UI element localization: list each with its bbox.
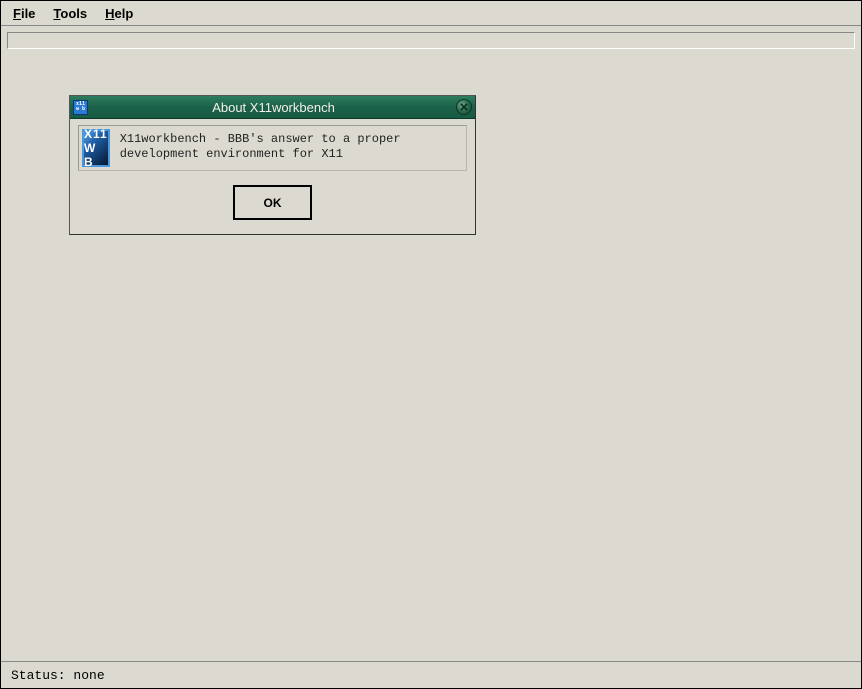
titlebar-app-icon: x11 w b — [73, 100, 88, 115]
close-button[interactable] — [456, 99, 472, 115]
dialog-message: X11workbench - BBB's answer to a proper … — [120, 129, 463, 162]
dialog-button-row: OK — [78, 185, 467, 220]
dialog-title: About X11workbench — [92, 100, 475, 115]
menu-help[interactable]: Help — [105, 6, 133, 21]
dialog-body: X11 W B X11workbench - BBB's answer to a… — [70, 119, 475, 234]
toolbar-inset — [7, 32, 855, 49]
status-bar: Status: none — [1, 661, 861, 688]
app-icon: X11 W B — [82, 129, 110, 167]
dialog-content: X11 W B X11workbench - BBB's answer to a… — [78, 125, 467, 171]
main-window: File Tools Help Status: none x11 w b Abo… — [0, 0, 862, 689]
menubar: File Tools Help — [1, 1, 861, 26]
about-dialog: x11 w b About X11workbench X11 W B X11wo… — [69, 95, 476, 235]
menu-file[interactable]: File — [13, 6, 35, 21]
dialog-titlebar[interactable]: x11 w b About X11workbench — [70, 96, 475, 119]
ok-button[interactable]: OK — [233, 185, 312, 220]
status-text: Status: none — [11, 668, 105, 683]
menu-tools[interactable]: Tools — [53, 6, 87, 21]
close-icon — [460, 98, 468, 116]
